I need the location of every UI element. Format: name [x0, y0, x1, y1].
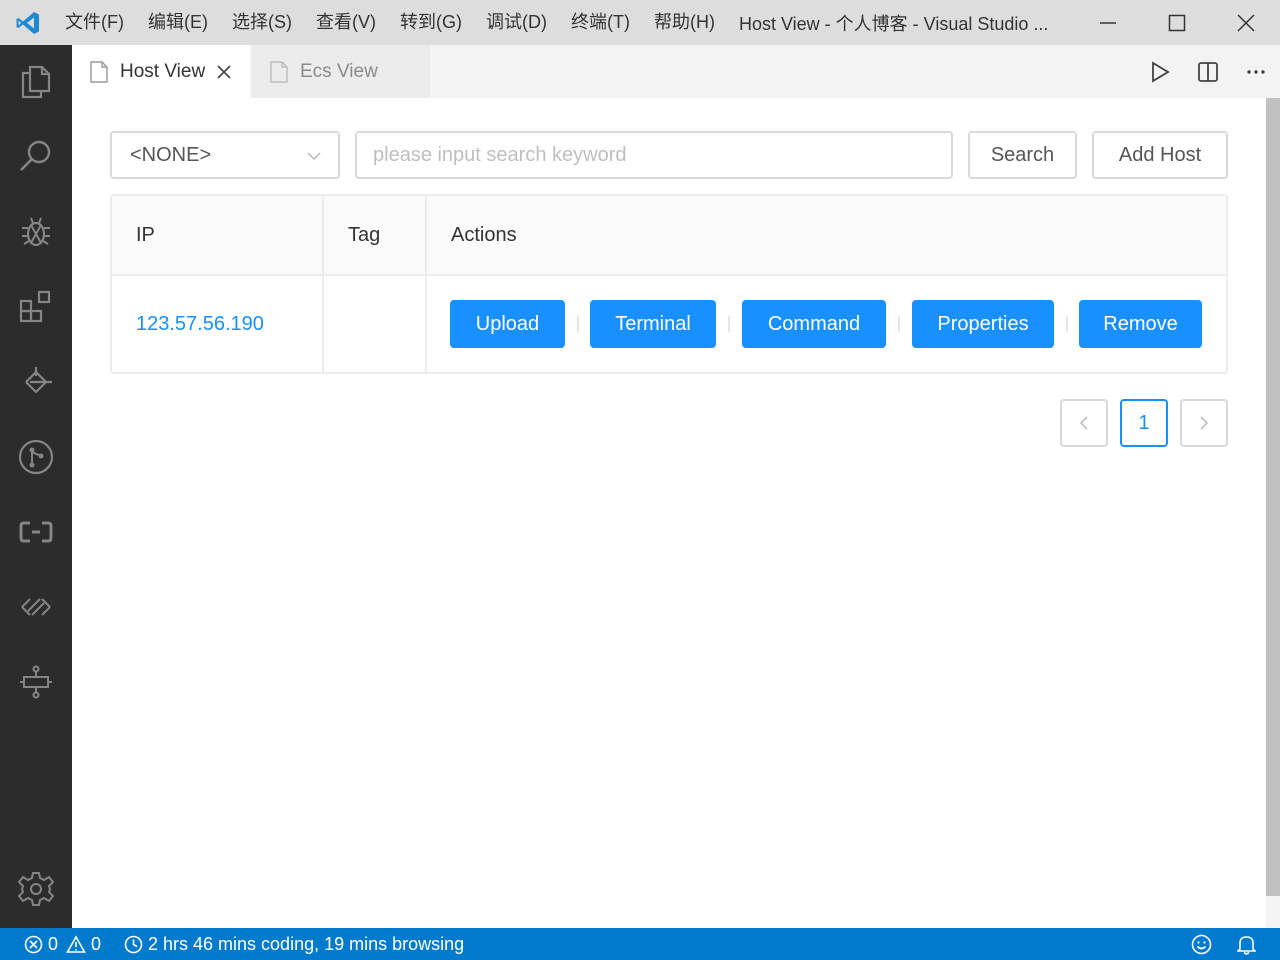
tag-select-value: <NONE> [130, 143, 212, 166]
cloud-bracket-icon [19, 521, 53, 543]
maximize-button[interactable] [1142, 0, 1211, 45]
next-page-button[interactable] [1180, 399, 1228, 447]
action-divider [577, 316, 579, 332]
prev-page-button[interactable] [1060, 399, 1108, 447]
command-button[interactable]: Command [742, 300, 886, 348]
split-icon [1198, 61, 1218, 82]
clock-icon [124, 935, 143, 953]
extensions-icon [19, 290, 51, 323]
column-header-actions: Actions [451, 224, 517, 246]
search-input[interactable] [355, 131, 953, 179]
status-bar: 0 0 2 hrs 46 mins coding, 19 mins browsi… [0, 928, 1280, 960]
column-divider [425, 196, 427, 372]
menu-file[interactable]: 文件(F) [55, 0, 136, 45]
search-icon [20, 140, 51, 171]
problems-status[interactable]: 0 0 [24, 928, 101, 960]
warning-count: 0 [91, 933, 102, 954]
remote-explorer-button[interactable] [0, 352, 72, 412]
host-view-panel: <NONE> Search Add Host IP Tag Actions 12… [72, 98, 1266, 928]
column-header-tag: Tag [348, 224, 381, 246]
action-divider [1066, 316, 1068, 332]
scrollbar-thumb[interactable] [1266, 98, 1280, 896]
close-icon [1236, 13, 1255, 32]
activity-bar [0, 45, 72, 928]
notifications-button[interactable] [1237, 928, 1256, 960]
debug-icon [22, 217, 50, 247]
maximize-icon [1168, 14, 1185, 31]
bell-icon [1237, 935, 1256, 955]
play-icon [1152, 60, 1170, 83]
tab-label: Ecs View [300, 60, 378, 82]
host-tag-cell [324, 276, 424, 372]
menu-debug[interactable]: 调试(D) [474, 0, 559, 45]
menu-help[interactable]: 帮助(H) [642, 0, 727, 45]
hierarchy-icon [20, 665, 52, 699]
action-divider [728, 316, 730, 332]
hosts-table: IP Tag Actions 123.57.56.190 Upload Term… [110, 194, 1228, 374]
properties-button[interactable]: Properties [912, 300, 1054, 348]
terminal-button[interactable]: Terminal [590, 300, 716, 348]
feedback-button[interactable] [1191, 928, 1212, 960]
search-view-button[interactable] [0, 126, 72, 186]
coding-time-text: 2 hrs 46 mins coding, 19 mins browsing [148, 933, 465, 954]
menu-bar: 文件(F) 编辑(E) 选择(S) 查看(V) 转到(G) 调试(D) 终端(T… [55, 0, 727, 45]
title-bar: 文件(F) 编辑(E) 选择(S) 查看(V) 转到(G) 调试(D) 终端(T… [0, 0, 1280, 45]
tab-ecs-view[interactable]: Ecs View [252, 45, 430, 98]
more-actions-button[interactable] [1232, 45, 1280, 98]
editor-tabs: Host View Ecs View [72, 45, 1280, 98]
git-icon [18, 439, 54, 475]
page-1-button[interactable]: 1 [1120, 399, 1168, 447]
smiley-icon [1191, 934, 1212, 954]
table-header: IP Tag Actions [112, 196, 1226, 276]
error-icon [24, 935, 43, 953]
split-editor-button[interactable] [1184, 45, 1232, 98]
explorer-button[interactable] [0, 52, 72, 112]
cloud-toolkit-button[interactable] [0, 502, 72, 562]
remove-button[interactable]: Remove [1079, 300, 1202, 348]
action-divider [898, 316, 900, 332]
tab-host-view[interactable]: Host View [72, 45, 250, 98]
wakatime-status[interactable]: 2 hrs 46 mins coding, 19 mins browsing [124, 928, 464, 960]
extensions-button[interactable] [0, 277, 72, 337]
chevron-right-icon [1200, 416, 1209, 430]
files-icon [21, 65, 51, 99]
minimize-button[interactable] [1073, 0, 1142, 45]
upload-button[interactable]: Upload [450, 300, 565, 348]
menu-view[interactable]: 查看(V) [304, 0, 388, 45]
chevron-down-icon [306, 147, 322, 170]
search-button[interactable]: Search [968, 131, 1077, 179]
file-icon [90, 60, 108, 83]
warning-icon [66, 934, 86, 953]
close-icon [217, 64, 231, 79]
error-count: 0 [48, 933, 59, 954]
host-ip-link[interactable]: 123.57.56.190 [136, 276, 264, 372]
diagonal-arrows-icon [21, 598, 51, 616]
tag-select[interactable]: <NONE> [110, 131, 340, 179]
menu-edit[interactable]: 编辑(E) [136, 0, 220, 45]
tab-label: Host View [120, 60, 206, 82]
window-title: Host View - 个人博客 - Visual Studio ... [738, 13, 1049, 34]
close-window-button[interactable] [1211, 0, 1280, 45]
menu-terminal[interactable]: 终端(T) [559, 0, 642, 45]
vscode-logo-icon [0, 0, 55, 45]
file-icon [270, 60, 288, 83]
tab-close-button[interactable] [217, 64, 231, 79]
minimize-icon [1099, 21, 1116, 24]
run-button[interactable] [1136, 45, 1184, 98]
structure-view-button[interactable] [0, 652, 72, 712]
ellipsis-icon [1247, 69, 1265, 74]
add-host-button[interactable]: Add Host [1092, 131, 1228, 179]
menu-go[interactable]: 转到(G) [388, 0, 474, 45]
gear-icon [18, 872, 54, 906]
column-header-ip: IP [136, 224, 155, 246]
remote-icon [25, 367, 52, 394]
chevron-left-icon [1079, 416, 1088, 430]
source-control-button[interactable] [0, 427, 72, 487]
menu-selection[interactable]: 选择(S) [220, 0, 304, 45]
api-view-button[interactable] [0, 577, 72, 637]
debug-view-button[interactable] [0, 202, 72, 262]
manage-button[interactable] [0, 859, 72, 919]
